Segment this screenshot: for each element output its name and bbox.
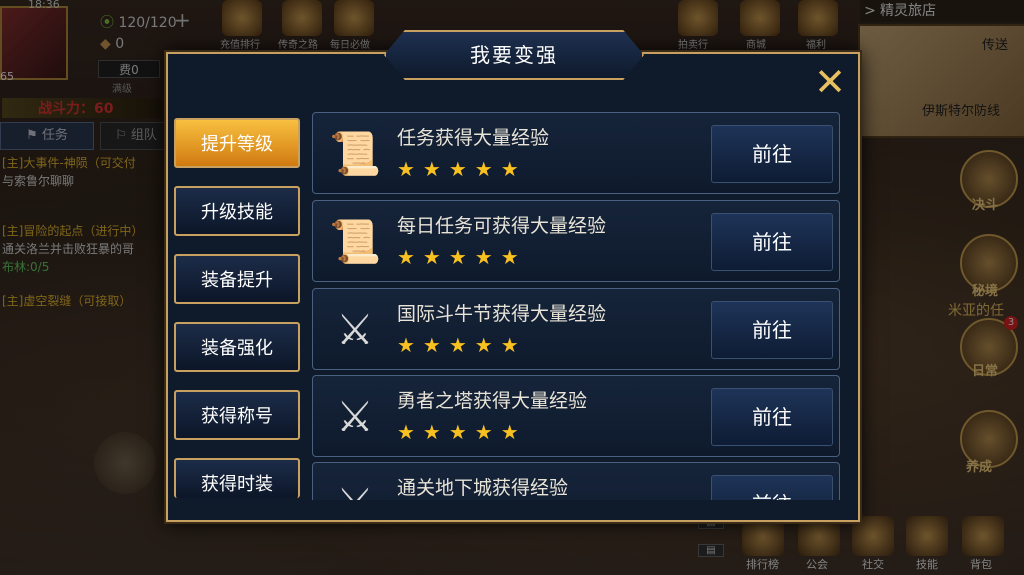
list-item: 📜 每日任务可获得大量经验 ★★★★★ 前往 [312,200,840,282]
row-title: 国际斗牛节获得大量经验 [397,303,607,325]
crossed-swords-icon: ⚔ [336,305,374,354]
row-title: 每日任务可获得大量经验 [397,215,607,237]
list-item: ⚔ 国际斗牛节获得大量经验 ★★★★★ 前往 [312,288,840,370]
go-button[interactable]: 前往 [711,125,833,183]
crossed-swords-icon: ⚔ [329,477,381,500]
go-button[interactable]: 前往 [711,301,833,359]
star-rating: ★★★★★ [397,420,527,444]
category-equipment-upgrade[interactable]: 装备提升 [174,254,300,304]
category-get-title[interactable]: 获得称号 [174,390,300,440]
list-item: ⚔ 勇者之塔获得大量经验 ★★★★★ 前往 [312,375,840,457]
task-list[interactable]: 📜 任务获得大量经验 ★★★★★ 前往 📜 每日任务可获得大量经验 ★★★★★ … [312,112,842,500]
scroll-icon: 📜 [329,129,382,178]
category-get-costume[interactable]: 获得时装 [174,458,300,498]
star-rating: ★★★★★ [397,245,527,269]
row-title: 任务获得大量经验 [397,127,550,149]
star-rating: ★★★★★ [397,157,527,181]
list-item: 📜 任务获得大量经验 ★★★★★ 前往 [312,112,840,194]
scroll-icon: 📜 [329,217,382,266]
star-rating: ★★★★★ [397,333,527,357]
list-item: ⚔ 通关地下城获得经验 ★★★★★ 前往 [312,462,840,500]
category-upgrade-skill[interactable]: 升级技能 [174,186,300,236]
row-title: 勇者之塔获得大量经验 [397,390,588,412]
category-level-up[interactable]: 提升等级 [174,118,300,168]
go-button[interactable]: 前往 [711,475,833,500]
crossed-swords-icon: ⚔ [336,392,374,441]
go-button[interactable]: 前往 [711,388,833,446]
go-button[interactable]: 前往 [711,213,833,271]
category-equipment-enhance[interactable]: 装备强化 [174,322,300,372]
dialog-title: 我要变强 [384,30,644,80]
close-icon[interactable]: ✕ [810,62,850,102]
row-title: 通关地下城获得经验 [397,477,569,499]
